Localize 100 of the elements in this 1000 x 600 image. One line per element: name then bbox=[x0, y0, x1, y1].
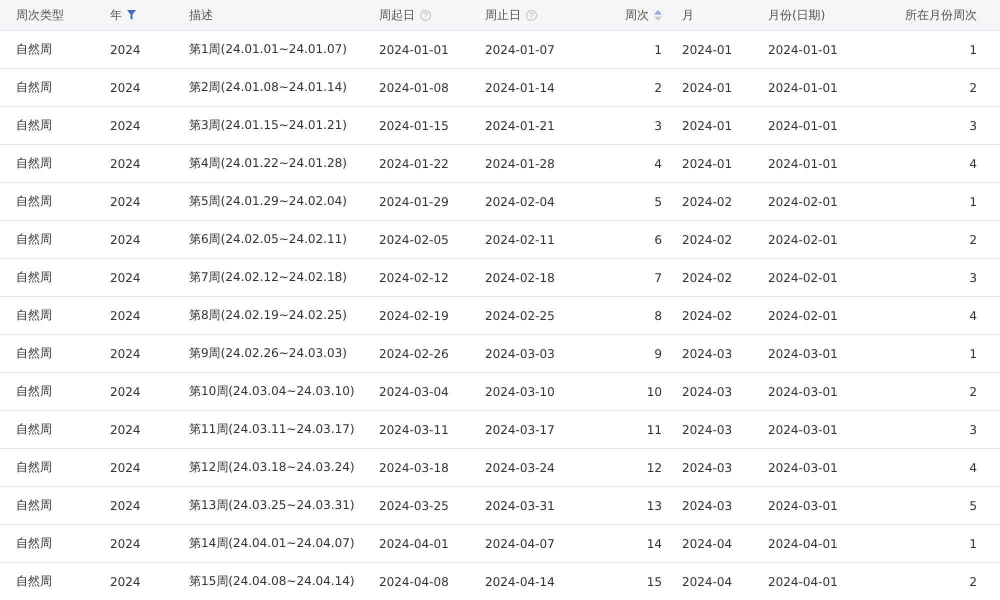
table-cell: 1 bbox=[872, 525, 1000, 563]
table-cell: 1 bbox=[872, 335, 1000, 373]
table-cell: 自然周 bbox=[0, 31, 94, 69]
table-cell: 2024-02 bbox=[666, 221, 752, 259]
table-cell: 自然周 bbox=[0, 297, 94, 335]
table-cell: 3 bbox=[872, 411, 1000, 449]
table-cell: 2024-02 bbox=[666, 183, 752, 221]
table-cell: 2 bbox=[872, 221, 1000, 259]
table-cell: 2024 bbox=[94, 259, 173, 297]
column-header[interactable]: 周次 bbox=[569, 0, 666, 31]
table-cell: 2024 bbox=[94, 525, 173, 563]
table-cell: 自然周 bbox=[0, 525, 94, 563]
table-cell: 2024 bbox=[94, 31, 173, 69]
table-cell: 2024 bbox=[94, 183, 173, 221]
table-cell: 2024-03-03 bbox=[469, 335, 569, 373]
table-cell: 2 bbox=[872, 373, 1000, 411]
table-cell: 2024-02-04 bbox=[469, 183, 569, 221]
table-cell: 自然周 bbox=[0, 183, 94, 221]
table-cell: 第5周(24.01.29~24.02.04) bbox=[173, 183, 363, 221]
table-cell: 2024-02-19 bbox=[363, 297, 469, 335]
table-cell: 自然周 bbox=[0, 411, 94, 449]
table-cell: 13 bbox=[569, 487, 666, 525]
table-cell: 2024-01-08 bbox=[363, 69, 469, 107]
table-cell: 2024 bbox=[94, 563, 173, 600]
table-cell: 第12周(24.03.18~24.03.24) bbox=[173, 449, 363, 487]
table-cell: 2024-02-11 bbox=[469, 221, 569, 259]
table-cell: 第14周(24.04.01~24.04.07) bbox=[173, 525, 363, 563]
table-cell: 2024-04 bbox=[666, 563, 752, 600]
table-cell: 第13周(24.03.25~24.03.31) bbox=[173, 487, 363, 525]
table-cell: 自然周 bbox=[0, 373, 94, 411]
table-cell: 第8周(24.02.19~24.02.25) bbox=[173, 297, 363, 335]
table-cell: 自然周 bbox=[0, 145, 94, 183]
table-cell: 2024-03-01 bbox=[752, 373, 872, 411]
table-cell: 3 bbox=[872, 107, 1000, 145]
table-cell: 2024 bbox=[94, 107, 173, 145]
table-cell: 2024-03 bbox=[666, 335, 752, 373]
table-cell: 2024-03-18 bbox=[363, 449, 469, 487]
table-cell: 2024-03 bbox=[666, 373, 752, 411]
table-cell: 2024-02 bbox=[666, 297, 752, 335]
table-cell: 2024-01-01 bbox=[752, 145, 872, 183]
table-cell: 4 bbox=[872, 449, 1000, 487]
table-cell: 7 bbox=[569, 259, 666, 297]
column-header[interactable]: 月份(日期) bbox=[752, 0, 872, 31]
table-cell: 5 bbox=[872, 487, 1000, 525]
table-cell: 自然周 bbox=[0, 449, 94, 487]
table-cell: 2024 bbox=[94, 145, 173, 183]
table-cell: 2024-02 bbox=[666, 259, 752, 297]
table-cell: 2024-03 bbox=[666, 487, 752, 525]
table-cell: 2024 bbox=[94, 487, 173, 525]
table-cell: 2024-04-01 bbox=[363, 525, 469, 563]
table-cell: 2024-01 bbox=[666, 69, 752, 107]
column-header[interactable]: 周次类型 bbox=[0, 0, 94, 31]
table-cell: 1 bbox=[872, 31, 1000, 69]
column-header[interactable]: 周止日 bbox=[469, 0, 569, 31]
table-cell: 2024 bbox=[94, 373, 173, 411]
table-cell: 2024-04-07 bbox=[469, 525, 569, 563]
table-cell: 2024-01-07 bbox=[469, 31, 569, 69]
table-cell: 自然周 bbox=[0, 107, 94, 145]
table-cell: 2024-01 bbox=[666, 145, 752, 183]
column-header[interactable]: 年 bbox=[94, 0, 173, 31]
table-cell: 第4周(24.01.22~24.01.28) bbox=[173, 145, 363, 183]
table-cell: 第7周(24.02.12~24.02.18) bbox=[173, 259, 363, 297]
table-cell: 2024-01-22 bbox=[363, 145, 469, 183]
table-cell: 2024-03-04 bbox=[363, 373, 469, 411]
table-cell: 2024-03-01 bbox=[752, 487, 872, 525]
table-cell: 2024 bbox=[94, 221, 173, 259]
table-cell: 2024-02-01 bbox=[752, 183, 872, 221]
table-cell: 自然周 bbox=[0, 221, 94, 259]
table-cell: 第15周(24.04.08~24.04.14) bbox=[173, 563, 363, 600]
column-header[interactable]: 描述 bbox=[173, 0, 363, 31]
table-cell: 第10周(24.03.04~24.03.10) bbox=[173, 373, 363, 411]
table-cell: 2 bbox=[569, 69, 666, 107]
table-cell: 2024-03-01 bbox=[752, 411, 872, 449]
table-cell: 2024-04-14 bbox=[469, 563, 569, 600]
table-cell: 9 bbox=[569, 335, 666, 373]
table-cell: 2024 bbox=[94, 335, 173, 373]
table-cell: 2024-01 bbox=[666, 31, 752, 69]
table-cell: 2 bbox=[872, 563, 1000, 600]
table-cell: 2024 bbox=[94, 297, 173, 335]
table-cell: 3 bbox=[872, 259, 1000, 297]
column-header[interactable]: 周起日 bbox=[363, 0, 469, 31]
table-cell: 12 bbox=[569, 449, 666, 487]
column-header[interactable]: 所在月份周次 bbox=[872, 0, 1000, 31]
table-cell: 8 bbox=[569, 297, 666, 335]
table-cell: 2024-01-29 bbox=[363, 183, 469, 221]
table-cell: 6 bbox=[569, 221, 666, 259]
table-cell: 第2周(24.01.08~24.01.14) bbox=[173, 69, 363, 107]
table-cell: 2024-04-01 bbox=[752, 525, 872, 563]
table-cell: 2024-02-01 bbox=[752, 221, 872, 259]
table-cell: 14 bbox=[569, 525, 666, 563]
table-cell: 自然周 bbox=[0, 259, 94, 297]
table-cell: 2024-02-18 bbox=[469, 259, 569, 297]
table-cell: 2024-01-01 bbox=[363, 31, 469, 69]
filter-icon[interactable] bbox=[127, 10, 136, 20]
table-cell: 2024 bbox=[94, 411, 173, 449]
table-cell: 2024-04-01 bbox=[752, 563, 872, 600]
table-cell: 2024 bbox=[94, 449, 173, 487]
table-cell: 第6周(24.02.05~24.02.11) bbox=[173, 221, 363, 259]
column-header[interactable]: 月 bbox=[666, 0, 752, 31]
table-cell: 自然周 bbox=[0, 487, 94, 525]
